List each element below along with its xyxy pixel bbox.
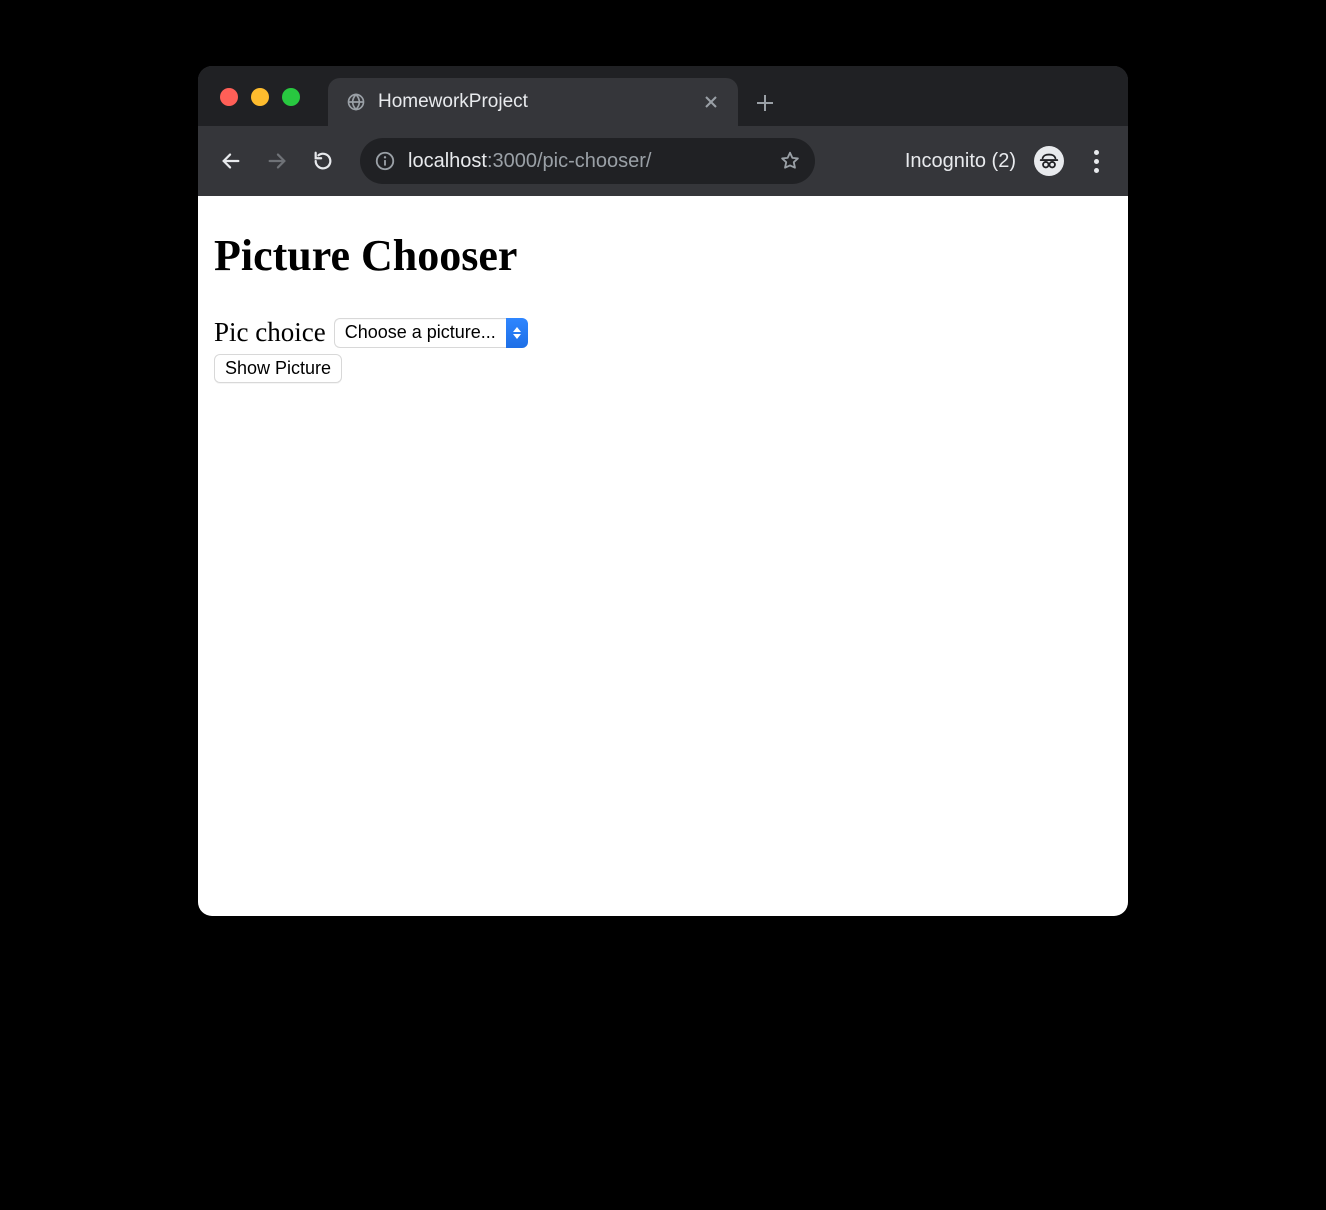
pic-choice-label: Pic choice [214,317,326,348]
reload-button[interactable] [304,142,342,180]
back-button[interactable] [212,142,250,180]
tab-title: HomeworkProject [378,91,688,113]
show-picture-button[interactable]: Show Picture [214,354,342,383]
picture-chooser-form: Pic choice Choose a picture... [214,317,1112,348]
maximize-window-button[interactable] [282,88,300,106]
incognito-label: Incognito (2) [905,150,1016,173]
reload-icon [312,150,334,172]
new-tab-button[interactable] [748,86,782,120]
browser-tab[interactable]: HomeworkProject [328,78,738,126]
incognito-icon[interactable] [1034,146,1064,176]
forward-button[interactable] [258,142,296,180]
minimize-window-button[interactable] [251,88,269,106]
dots-icon [1094,150,1099,155]
page-title: Picture Chooser [214,230,1112,281]
arrow-right-icon [266,150,288,172]
window-controls [220,88,300,106]
arrow-left-icon [220,150,242,172]
browser-window: HomeworkProject [198,66,1128,916]
browser-menu-button[interactable] [1078,150,1114,173]
browser-toolbar: localhost:3000/pic-chooser/ Incognito (2… [198,126,1128,196]
url-path: :3000/pic-chooser/ [487,150,652,172]
url-text: localhost:3000/pic-chooser/ [408,150,767,173]
select-value: Choose a picture... [334,318,506,348]
close-window-button[interactable] [220,88,238,106]
tab-strip: HomeworkProject [198,66,1128,126]
chevron-up-down-icon [506,318,528,348]
close-tab-button[interactable] [700,91,722,113]
star-icon [779,150,801,172]
globe-icon [346,92,366,112]
pic-choice-select[interactable]: Choose a picture... [334,318,528,348]
close-icon [704,95,718,109]
plus-icon [756,94,774,112]
url-host: localhost [408,150,487,172]
site-info-icon[interactable] [374,150,396,172]
page-viewport: Picture Chooser Pic choice Choose a pict… [198,196,1128,916]
bookmark-button[interactable] [779,150,801,172]
address-bar[interactable]: localhost:3000/pic-chooser/ [360,138,815,184]
